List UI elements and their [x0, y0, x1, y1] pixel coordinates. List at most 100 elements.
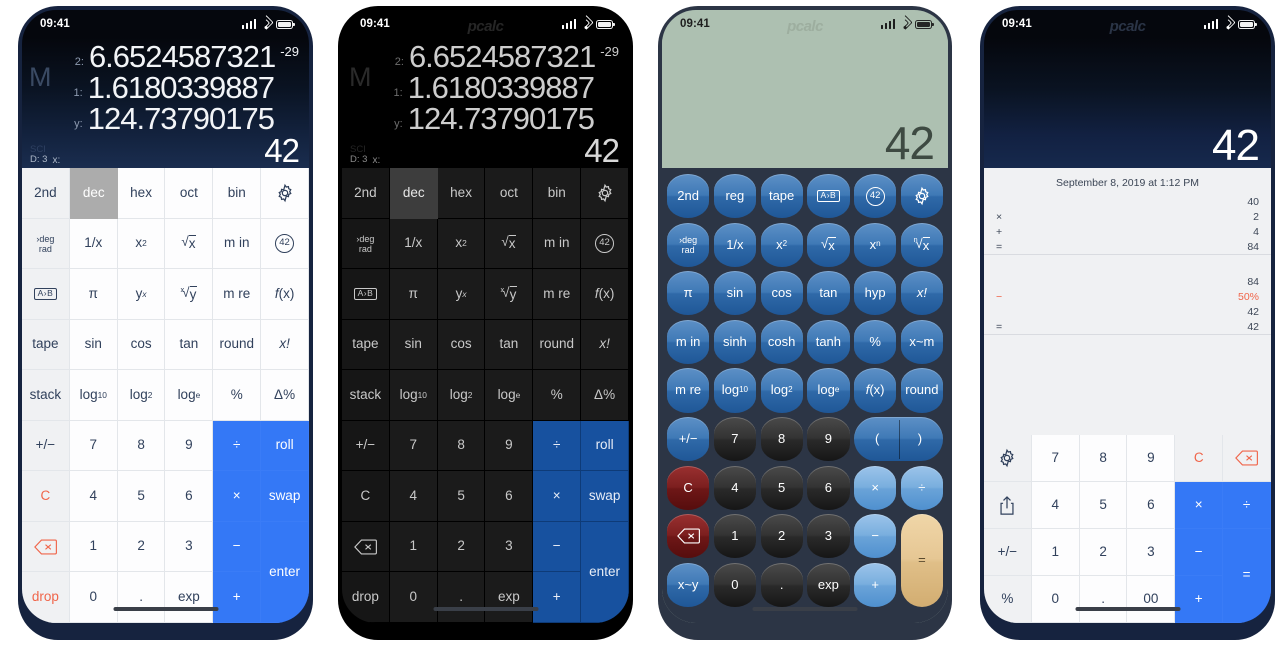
key-x-y[interactable]: x~y: [667, 562, 710, 607]
key-7[interactable]: 7: [713, 417, 756, 462]
key-[interactable]: .: [1079, 576, 1128, 623]
key-xrooty[interactable]: x √ y: [485, 269, 534, 320]
key-[interactable]: (): [854, 417, 943, 462]
key-[interactable]: +/−: [667, 417, 710, 462]
keypad[interactable]: 2nd dec hex oct bin ›deg rad 1/x x 2 √ x m in 42 A›B π y…: [342, 168, 629, 623]
key-6[interactable]: 6: [1127, 482, 1176, 529]
key-9[interactable]: 9: [165, 420, 214, 472]
key-2[interactable]: 2: [1079, 529, 1128, 576]
key-m-in[interactable]: m in: [533, 218, 582, 270]
key-f-x[interactable]: f(x): [854, 368, 897, 413]
key-m-in[interactable]: m in: [667, 319, 710, 364]
key-4[interactable]: 4: [1031, 482, 1080, 529]
key-2nd[interactable]: 2nd: [22, 168, 70, 219]
key-[interactable]: π: [69, 269, 118, 320]
key-backspace-icon[interactable]: [22, 521, 70, 573]
key-7[interactable]: 7: [69, 420, 118, 472]
key-c[interactable]: C: [342, 471, 390, 522]
key-cos[interactable]: cos: [437, 319, 486, 371]
key-6[interactable]: 6: [485, 471, 534, 522]
key-7[interactable]: 7: [389, 420, 438, 472]
key-2nd[interactable]: 2nd: [342, 168, 390, 219]
key-6[interactable]: 6: [807, 465, 850, 510]
key-8[interactable]: 8: [760, 417, 803, 462]
key-m-re[interactable]: m re: [533, 269, 582, 320]
key-log2[interactable]: log 2: [760, 368, 803, 413]
key-[interactable]: %: [854, 319, 897, 364]
key-stack[interactable]: stack: [22, 370, 70, 421]
key-sqrtx[interactable]: √ x: [485, 218, 534, 270]
key-[interactable]: Δ%: [581, 370, 629, 421]
key-c[interactable]: C: [1175, 435, 1224, 482]
key-[interactable]: ×: [854, 465, 897, 510]
key-[interactable]: +/−: [984, 529, 1032, 576]
key-[interactable]: π: [667, 271, 710, 316]
key-x[interactable]: x!: [581, 319, 629, 371]
key-drop[interactable]: drop: [342, 572, 390, 623]
key-[interactable]: ×: [533, 471, 582, 522]
key-[interactable]: π: [389, 269, 438, 320]
key-bin[interactable]: bin: [213, 168, 262, 219]
key-log10[interactable]: log 10: [69, 370, 118, 421]
key-x-m[interactable]: x~m: [900, 319, 943, 364]
key-log10[interactable]: log 10: [389, 370, 438, 421]
key-enter[interactable]: enter: [581, 521, 629, 623]
key-2[interactable]: 2: [437, 521, 486, 573]
key-dec[interactable]: dec: [69, 168, 118, 219]
key-cos[interactable]: cos: [117, 319, 166, 371]
key-[interactable]: −: [1175, 529, 1224, 576]
key-8[interactable]: 8: [117, 420, 166, 472]
key-5[interactable]: 5: [117, 471, 166, 522]
key-2[interactable]: 2: [760, 514, 803, 559]
key-m-re[interactable]: m re: [213, 269, 262, 320]
key-8[interactable]: 8: [437, 420, 486, 472]
key-log2[interactable]: log 2: [437, 370, 486, 421]
key-0[interactable]: 0: [1031, 576, 1080, 623]
key-[interactable]: .: [117, 572, 166, 623]
key-tape[interactable]: tape: [22, 319, 70, 371]
key-sinh[interactable]: sinh: [713, 319, 756, 364]
key-tanh[interactable]: tanh: [807, 319, 850, 364]
key-x2[interactable]: x2: [760, 222, 803, 267]
key-gear-icon[interactable]: [984, 435, 1032, 482]
key-[interactable]: %: [984, 576, 1032, 623]
key-[interactable]: Δ%: [261, 370, 309, 421]
key-round[interactable]: round: [213, 319, 262, 371]
home-indicator[interactable]: [433, 607, 538, 611]
key-tape[interactable]: tape: [760, 174, 803, 219]
key-5[interactable]: 5: [760, 465, 803, 510]
key-backspace-icon[interactable]: [1223, 435, 1271, 482]
key-dec[interactable]: dec: [389, 168, 438, 219]
key-oct[interactable]: oct: [485, 168, 534, 219]
key-hex[interactable]: hex: [117, 168, 166, 219]
key-round[interactable]: round: [533, 319, 582, 371]
key-exp[interactable]: exp: [165, 572, 214, 623]
key-exp[interactable]: exp: [807, 562, 850, 607]
key-sin[interactable]: sin: [713, 271, 756, 316]
key-[interactable]: +: [1175, 576, 1224, 623]
key-reg[interactable]: reg: [713, 174, 756, 219]
key-7[interactable]: 7: [1031, 435, 1080, 482]
keypad[interactable]: 2nd dec hex oct bin ›deg rad 1/x x 2 √ x m in 42 A›B π y…: [22, 168, 309, 623]
key-share-icon[interactable]: [984, 482, 1032, 529]
key-x2[interactable]: x2: [437, 218, 486, 270]
key-gear-icon[interactable]: [581, 168, 629, 219]
key-[interactable]: .: [760, 562, 803, 607]
key-loge[interactable]: log e: [485, 370, 534, 421]
key-9[interactable]: 9: [485, 420, 534, 472]
key-3[interactable]: 3: [807, 514, 850, 559]
key-backspace-icon[interactable]: [342, 521, 390, 573]
key-f-x[interactable]: f(x): [261, 269, 309, 320]
key-a-b[interactable]: A›B: [807, 174, 850, 219]
key-sqrtx[interactable]: √ x: [807, 222, 850, 267]
key-4[interactable]: 4: [69, 471, 118, 522]
key-stack[interactable]: stack: [342, 370, 390, 421]
key-3[interactable]: 3: [1127, 529, 1176, 576]
key-hyp[interactable]: hyp: [854, 271, 897, 316]
key-[interactable]: =: [900, 514, 943, 607]
key-0[interactable]: 0: [69, 572, 118, 623]
key-a-b[interactable]: A›B: [342, 269, 390, 320]
key-a-b[interactable]: A›B: [22, 269, 70, 320]
key-f-x[interactable]: f(x): [581, 269, 629, 320]
key-1[interactable]: 1: [713, 514, 756, 559]
